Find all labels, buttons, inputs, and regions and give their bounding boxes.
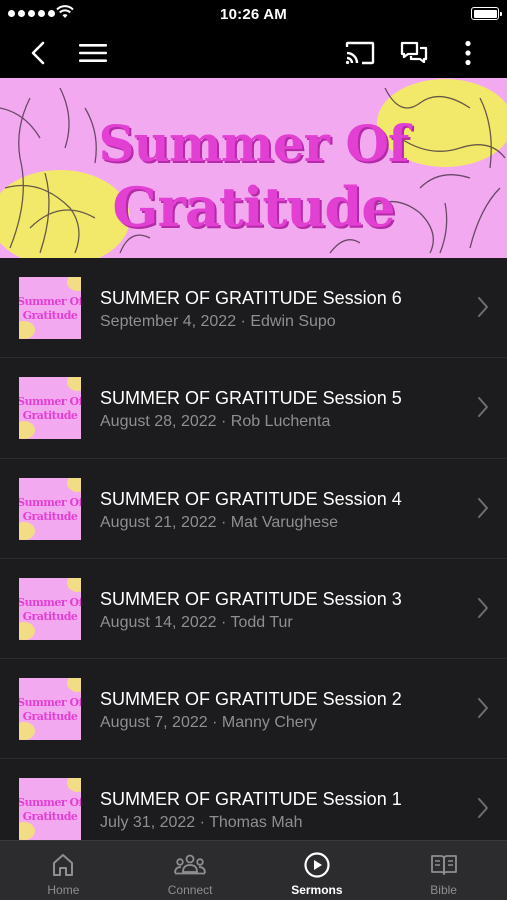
- tab-label: Connect: [167, 883, 213, 897]
- sermon-list: Summer Of Gratitude SUMMER OF GRATITUDE …: [0, 258, 507, 840]
- sermon-title: SUMMER OF GRATITUDE Session 6: [100, 288, 402, 308]
- battery-icon: [471, 7, 502, 20]
- navigation-bar: [0, 28, 507, 78]
- sermon-row[interactable]: Summer Of Gratitude SUMMER OF GRATITUDE …: [0, 759, 507, 840]
- chat-button[interactable]: [392, 28, 436, 78]
- chat-icon: [400, 41, 428, 64]
- menu-button[interactable]: [71, 28, 115, 78]
- sermon-title: SUMMER OF GRATITUDE Session 5: [100, 388, 402, 409]
- tab-bar: Home Connect Sermons Bible: [0, 840, 507, 900]
- sermon-date-speaker: August 21, 2022 · Mat Varughese: [100, 513, 339, 531]
- sermon-title: SUMMER OF GRATITUDE Session 2: [100, 689, 402, 710]
- play-circle-icon: [304, 852, 330, 878]
- clock-time: 10:26 AM: [220, 6, 287, 23]
- people-icon: [174, 854, 207, 875]
- sermon-thumbnail: Summer Of Gratitude: [19, 678, 81, 741]
- tab-home[interactable]: Home: [0, 841, 127, 900]
- sermon-title: SUMMER OF GRATITUDE Session 3: [100, 588, 402, 609]
- sermon-date-speaker: August 28, 2022 · Rob Luchenta: [100, 413, 331, 431]
- sermon-thumbnail: Summer Of Gratitude: [19, 377, 81, 440]
- cast-button[interactable]: [338, 28, 382, 78]
- tab-connect[interactable]: Connect: [127, 841, 254, 900]
- sermon-date-speaker: July 31, 2022 · Thomas Mah: [100, 814, 303, 832]
- status-bar: 10:26 AM: [0, 0, 507, 28]
- chevron-right-icon: [478, 597, 488, 618]
- tab-sermons[interactable]: Sermons: [254, 841, 381, 900]
- sermon-row[interactable]: Summer Of Gratitude SUMMER OF GRATITUDE …: [0, 358, 507, 459]
- banner-title-line-1: Summer Of: [98, 114, 410, 173]
- chevron-right-icon: [478, 497, 488, 518]
- tab-label: Bible: [430, 883, 457, 897]
- chevron-right-icon: [478, 297, 488, 317]
- cast-icon: [345, 41, 375, 65]
- sermon-thumbnail: Summer Of Gratitude: [19, 577, 81, 640]
- sermon-date-speaker: August 7, 2022 · Manny Chery: [100, 714, 318, 732]
- sermon-row[interactable]: Summer Of Gratitude SUMMER OF GRATITUDE …: [0, 459, 507, 559]
- chevron-right-icon: [478, 397, 488, 418]
- more-options-button[interactable]: [446, 28, 490, 78]
- chevron-right-icon: [478, 698, 488, 719]
- back-button[interactable]: [16, 28, 60, 78]
- more-vertical-icon: [465, 40, 471, 66]
- chevron-right-icon: [478, 798, 488, 819]
- sermon-thumbnail: Summer Of Gratitude: [19, 277, 81, 339]
- series-banner: Summer Of Gratitude: [0, 78, 507, 258]
- sermon-thumbnail: Summer Of Gratitude: [19, 477, 81, 540]
- book-icon: [430, 855, 457, 875]
- sermon-date-speaker: September 4, 2022 · Edwin Supo: [100, 313, 336, 330]
- tab-label: Home: [47, 883, 80, 897]
- sermon-title: SUMMER OF GRATITUDE Session 4: [100, 488, 402, 509]
- back-arrow-icon: [31, 41, 45, 65]
- sermon-row[interactable]: Summer Of Gratitude SUMMER OF GRATITUDE …: [0, 659, 507, 760]
- sermon-row[interactable]: Summer Of Gratitude SUMMER OF GRATITUDE …: [0, 258, 507, 359]
- banner-title-line-2: Gratitude: [112, 175, 395, 239]
- tab-bible[interactable]: Bible: [380, 841, 507, 900]
- sermon-date-speaker: August 14, 2022 · Todd Tur: [100, 613, 293, 631]
- hamburger-menu-icon: [79, 44, 107, 62]
- sermon-thumbnail: Summer Of Gratitude: [19, 778, 81, 840]
- sermon-row[interactable]: Summer Of Gratitude SUMMER OF GRATITUDE …: [0, 559, 507, 660]
- home-icon: [53, 854, 74, 876]
- tab-label: Sermons: [291, 883, 343, 897]
- sermon-title: SUMMER OF GRATITUDE Session 1: [100, 789, 402, 810]
